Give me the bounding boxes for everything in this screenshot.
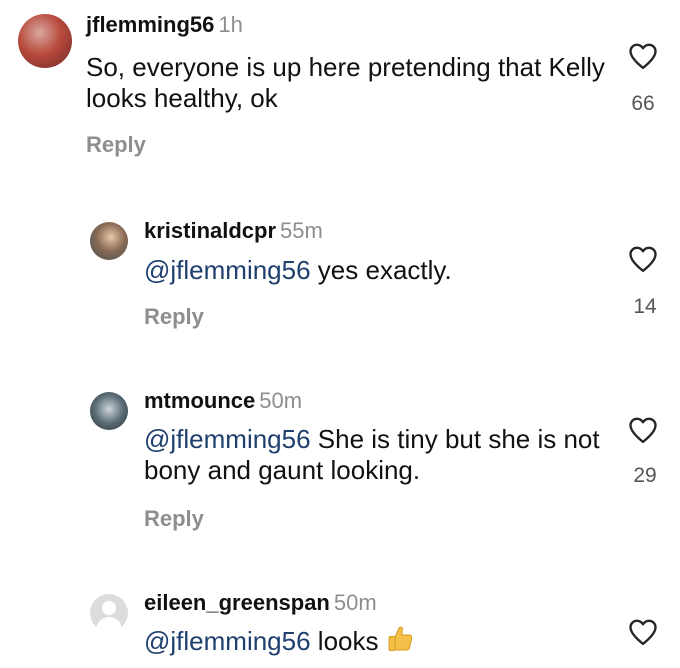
heart-icon[interactable]: [628, 245, 658, 273]
username[interactable]: kristinaldcpr: [144, 218, 276, 243]
comment-header: mtmounce 50m: [144, 388, 302, 414]
timestamp: 1h: [218, 12, 243, 37]
username[interactable]: jflemming56: [86, 12, 214, 37]
comment-kristinaldcpr: kristinaldcpr 55m @jflemming56 yes exactl…: [0, 200, 680, 350]
comment-mtmounce: mtmounce 50m @jflemming56 She is tiny but…: [0, 370, 680, 550]
timestamp: 50m: [333, 590, 377, 615]
timestamp: 55m: [280, 218, 323, 243]
heart-icon[interactable]: [628, 416, 658, 444]
comment-header: kristinaldcpr 55m: [144, 218, 323, 244]
comment-text: @jflemming56 yes exactly.: [144, 255, 452, 286]
comment-text: @jflemming56 She is tiny but she is not …: [144, 424, 600, 486]
comment-text: So, everyone is up here pretending that …: [86, 52, 605, 114]
avatar[interactable]: [90, 594, 128, 632]
comment-header: eileen_greenspan 50m: [144, 590, 377, 616]
comment-text-line: So, everyone is up here pretending that …: [86, 52, 605, 82]
comment-text-body: looks: [317, 626, 379, 656]
reply-button[interactable]: Reply: [86, 132, 146, 158]
username[interactable]: mtmounce: [144, 388, 255, 413]
comment-text-line: @jflemming56 She is tiny but she is not: [144, 424, 600, 455]
reply-button[interactable]: Reply: [144, 506, 204, 532]
thumbs-up-emoji: [388, 626, 412, 651]
like-count: 14: [633, 295, 657, 318]
username[interactable]: eileen_greenspan: [144, 590, 330, 615]
mention-link[interactable]: @jflemming56: [144, 424, 311, 454]
comment-text-body: yes exactly.: [317, 255, 452, 285]
avatar-placeholder-head: [102, 601, 116, 615]
comment-header: jflemming56 1h: [86, 12, 243, 38]
mention-link[interactable]: @jflemming56: [144, 626, 311, 656]
comment-text-line: looks healthy, ok: [86, 83, 278, 113]
timestamp: 50m: [259, 388, 303, 413]
heart-icon[interactable]: [628, 42, 658, 70]
comment-text-body: She is tiny but she is not: [317, 424, 600, 454]
comment-text: @jflemming56 looks: [144, 624, 415, 657]
reply-button[interactable]: Reply: [144, 304, 204, 330]
comment-eileen-greenspan: eileen_greenspan 50m @jflemming56 looks: [0, 572, 680, 668]
like-count: 66: [631, 92, 655, 115]
avatar[interactable]: [90, 222, 128, 260]
mention-link[interactable]: @jflemming56: [144, 255, 311, 285]
avatar[interactable]: [18, 14, 72, 68]
avatar-placeholder-body: [96, 617, 122, 632]
comment-jflemming56: jflemming56 1h So, everyone is up here pr…: [0, 0, 680, 180]
avatar[interactable]: [90, 392, 128, 430]
like-count: 29: [633, 464, 657, 487]
comment-text-line: bony and gaunt looking.: [144, 455, 421, 485]
heart-icon[interactable]: [628, 618, 658, 646]
